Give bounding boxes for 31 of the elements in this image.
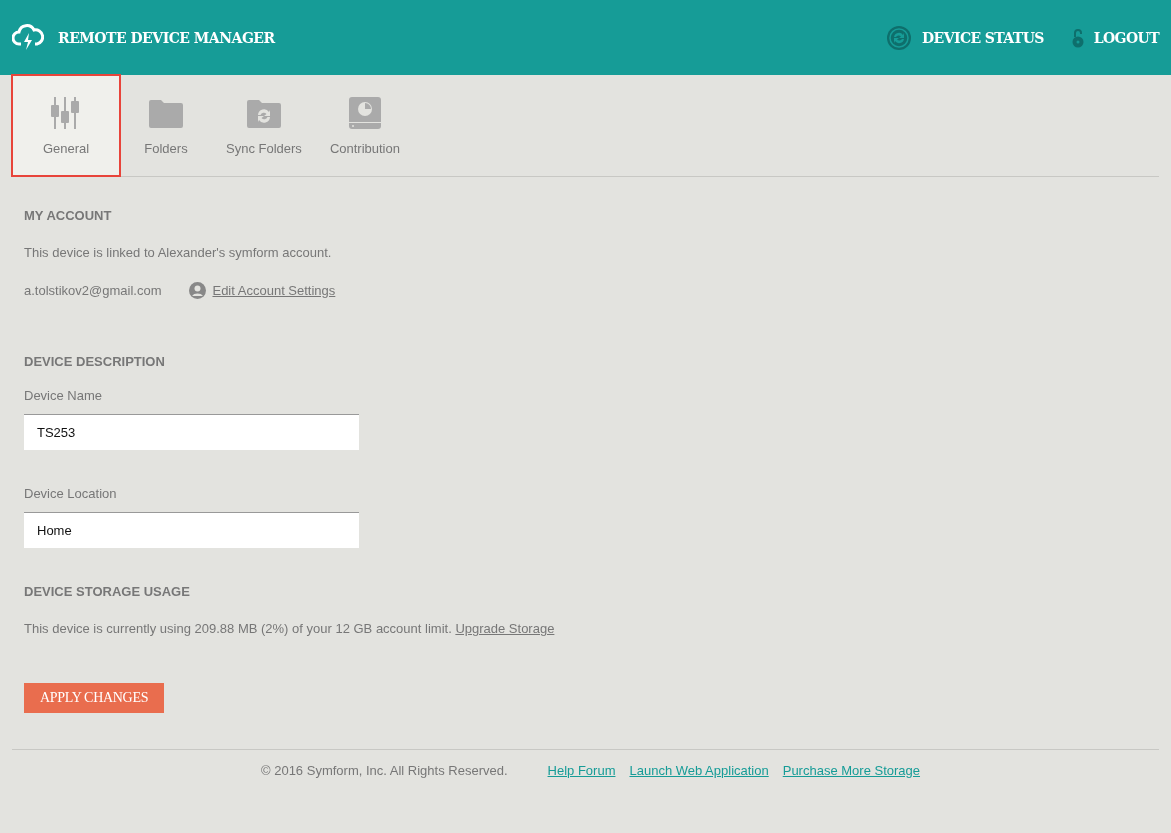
storage-text: This device is currently using 209.88 MB (2%) of your 12 GB account limit. xyxy=(24,621,452,636)
tab[interactable]: General xyxy=(12,75,120,176)
email-text: a.tolstikov2@gmail.com xyxy=(24,283,162,298)
tab[interactable]: Sync Folders xyxy=(212,75,316,176)
refresh-icon xyxy=(886,24,913,51)
copyright-text: © 2016 Symform, Inc. All Rights Reserved. xyxy=(261,762,508,778)
field-label: Device Location xyxy=(24,486,118,501)
footer-link[interactable]: Help Forum xyxy=(547,762,616,778)
account-text: This device is linked to Alexander's symform account. xyxy=(24,245,333,260)
upgrade-storage-link[interactable]: Upgrade Storage xyxy=(455,621,555,636)
input-field[interactable]: TS253 xyxy=(24,414,359,450)
section-heading: DEVICE DESCRIPTION xyxy=(24,354,166,369)
edit-account-link[interactable]: Edit Account Settings xyxy=(189,282,336,299)
sliders-icon xyxy=(51,97,81,129)
user-icon xyxy=(189,282,207,299)
section-heading: DEVICE STORAGE USAGE xyxy=(24,584,191,599)
tab[interactable]: Contribution xyxy=(315,75,414,176)
folder-icon xyxy=(148,99,184,129)
tab[interactable]: Folders xyxy=(120,75,212,176)
logout-link[interactable]: LOGOUT xyxy=(1071,27,1159,48)
apply-changes-button[interactable]: APPLY CHANGES xyxy=(24,683,165,713)
device-status-link[interactable]: DEVICE STATUS xyxy=(886,24,1044,51)
cloud-logo-icon xyxy=(12,23,44,52)
field-label: Device Name xyxy=(24,388,104,403)
footer-link[interactable]: Launch Web Application xyxy=(629,762,769,778)
sync-folder-icon xyxy=(245,99,282,129)
padlock-icon xyxy=(1071,27,1084,48)
section-heading: MY ACCOUNT xyxy=(24,208,113,223)
app-title: REMOTE DEVICE MANAGER xyxy=(58,29,275,46)
footer-link[interactable]: Purchase More Storage xyxy=(782,762,920,778)
input-field[interactable]: Home xyxy=(24,512,359,548)
